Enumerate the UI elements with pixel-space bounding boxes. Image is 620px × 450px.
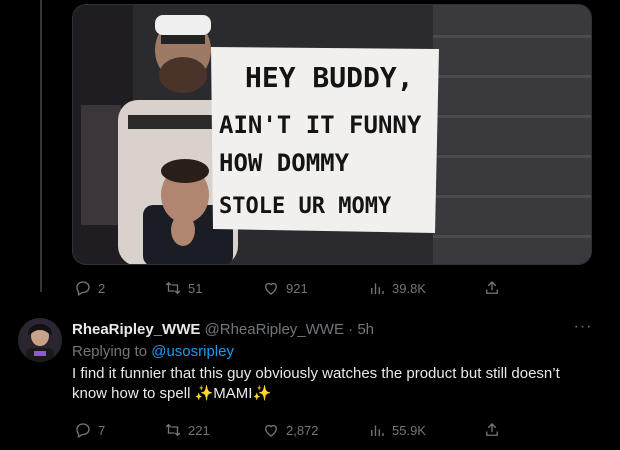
separator-dot: ·: [348, 321, 354, 338]
sign-line-3: HOW DOMMY: [219, 149, 350, 177]
views-button[interactable]: 39.8K: [368, 279, 426, 297]
tweet-text-line-1: I find it funnier that this guy obviousl…: [72, 365, 560, 382]
sparkles-emoji-right: ✨: [252, 385, 272, 402]
heart-icon: [265, 424, 277, 437]
retweet-button[interactable]: 221: [164, 421, 210, 439]
tweet-media-image[interactable]: HEY BUDDY, AIN'T IT FUNNY HOW DOMMY STOL…: [72, 4, 592, 265]
like-button[interactable]: 2,872: [262, 421, 319, 439]
reply-icon: [76, 423, 90, 438]
mami-text: MAMI: [213, 385, 253, 402]
avatar-image: [18, 318, 62, 362]
thread-connector-line: [40, 0, 42, 292]
reply-count: 7: [98, 422, 106, 438]
replying-to: Replying to @usosripley: [72, 342, 602, 362]
timestamp[interactable]: 5h: [357, 321, 374, 338]
reply-icon: [76, 281, 90, 296]
tweet-text: I find it funnier that this guy obviousl…: [72, 364, 602, 404]
share-icon: [486, 423, 498, 436]
heart-icon: [265, 282, 277, 295]
tweet-text-line-2: know how to spell: [72, 385, 195, 402]
replying-to-mention[interactable]: @usosripley: [151, 343, 234, 360]
replying-to-prefix: Replying to: [72, 343, 148, 360]
retweet-button[interactable]: 51: [164, 279, 202, 297]
share-icon: [486, 281, 498, 294]
like-count: 921: [286, 280, 308, 296]
analytics-icon: [371, 283, 384, 294]
share-button[interactable]: [483, 421, 501, 439]
analytics-icon: [371, 425, 384, 436]
avatar[interactable]: [18, 318, 62, 362]
retweet-icon: [165, 281, 181, 295]
reply-button[interactable]: 7: [74, 421, 105, 439]
stadium-steps: [433, 5, 591, 264]
sparkles-emoji-left: ✨: [194, 385, 214, 402]
media-photo: HEY BUDDY, AIN'T IT FUNNY HOW DOMMY STOL…: [73, 5, 591, 264]
sign-line-4: STOLE UR MOMY: [219, 194, 392, 219]
like-button[interactable]: 921: [262, 279, 308, 297]
sign-line-1: HEY BUDDY,: [245, 61, 414, 94]
views-count: 39.8K: [392, 280, 426, 296]
views-button[interactable]: 55.9K: [368, 421, 426, 439]
retweet-icon: [165, 423, 181, 437]
reply-button[interactable]: 2: [74, 279, 105, 297]
reply-count: 2: [98, 280, 106, 296]
user-handle[interactable]: @RheaRipley_WWE: [205, 321, 344, 338]
reply-tweet-body: RheaRipley_WWE @RheaRipley_WWE · 5h Repl…: [72, 320, 602, 404]
retweet-count: 221: [188, 422, 210, 438]
tweet-header: RheaRipley_WWE @RheaRipley_WWE · 5h: [72, 320, 602, 340]
share-button[interactable]: [483, 279, 501, 297]
views-count: 55.9K: [392, 422, 426, 438]
sign-line-2: AIN'T IT FUNNY: [219, 111, 422, 139]
like-count: 2,872: [286, 422, 319, 438]
retweet-count: 51: [188, 280, 203, 296]
fan-sign: HEY BUDDY, AIN'T IT FUNNY HOW DOMMY STOL…: [211, 47, 439, 233]
display-name[interactable]: RheaRipley_WWE: [72, 321, 200, 338]
more-options-button[interactable]: ···: [571, 319, 595, 340]
